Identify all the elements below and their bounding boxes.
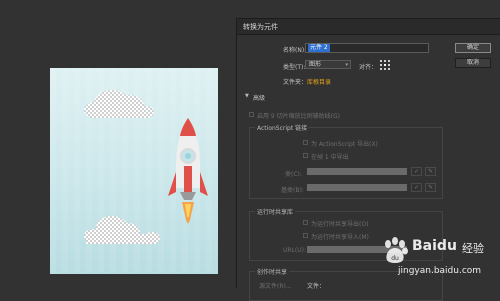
name-label: 名称(N):	[283, 47, 307, 54]
watermark-brand: Baidu	[412, 238, 457, 254]
pencil-icon[interactable]: ✎	[425, 183, 436, 192]
class-label: 类(C):	[285, 171, 302, 178]
rocket-illustration	[168, 118, 208, 224]
watermark-brand-cn: 经验	[462, 242, 484, 255]
baidu-paw-icon: du	[385, 237, 408, 263]
export-runtime-checkbox[interactable]	[303, 220, 308, 225]
import-runtime-checkbox[interactable]	[303, 233, 308, 238]
class-input[interactable]	[307, 168, 407, 175]
svg-text:du: du	[391, 255, 399, 262]
pencil-icon[interactable]: ✎	[425, 167, 436, 176]
runtime-title: 运行时共享库	[255, 207, 296, 216]
actionscript-title: ActionScript 链接	[255, 123, 310, 132]
folder-label: 文件夹：	[283, 79, 308, 86]
check-icon[interactable]: ✓	[411, 167, 422, 176]
source-button[interactable]: 源文件(R)...	[259, 281, 292, 290]
name-value: 元件 2	[308, 44, 330, 52]
cancel-button[interactable]: 取消	[455, 58, 491, 68]
import-runtime-label: 为运行时共享导入(M)	[311, 234, 369, 241]
base-class-label: 基类(B):	[281, 187, 304, 194]
stage-canvas[interactable]	[50, 68, 218, 274]
ok-button[interactable]: 确定	[455, 43, 491, 53]
type-select[interactable]: 图形 ▾	[305, 60, 351, 69]
nine-slice-label: 启用 9 切片缩放比例辅助线(G)	[257, 113, 340, 120]
check-icon[interactable]: ✓	[411, 183, 422, 192]
base-class-input[interactable]	[307, 184, 407, 191]
export-as-label: 为 ActionScript 导出(X)	[311, 141, 378, 148]
watermark-url: jingyan.baidu.com	[398, 266, 482, 276]
dialog-title: 转换为元件	[237, 19, 500, 35]
nine-slice-checkbox[interactable]	[249, 112, 254, 117]
export-frame1-label: 在帧 1 中导出	[311, 154, 349, 161]
baidu-watermark: du Baidu 经验 jingyan.baidu.com	[380, 232, 498, 286]
collapse-triangle-icon[interactable]: ▼	[245, 93, 249, 99]
export-frame1-checkbox[interactable]	[303, 153, 308, 158]
authortime-title: 创作时共享	[255, 267, 290, 276]
url-label: URL(U):	[283, 247, 306, 254]
dropdown-icon: ▾	[345, 62, 348, 68]
export-as-checkbox[interactable]	[303, 140, 308, 145]
type-value: 图形	[309, 61, 322, 68]
file-label: 文件：	[307, 283, 326, 290]
type-label: 类型(T):	[283, 64, 306, 71]
align-grid-icon[interactable]	[380, 60, 390, 70]
name-input[interactable]: 元件 2	[305, 43, 429, 53]
advanced-toggle[interactable]: 高级	[253, 93, 265, 102]
export-runtime-label: 为运行时共享导出(O)	[311, 221, 369, 228]
folder-link[interactable]: 库根目录	[307, 77, 331, 86]
align-label: 对齐：	[359, 64, 378, 71]
